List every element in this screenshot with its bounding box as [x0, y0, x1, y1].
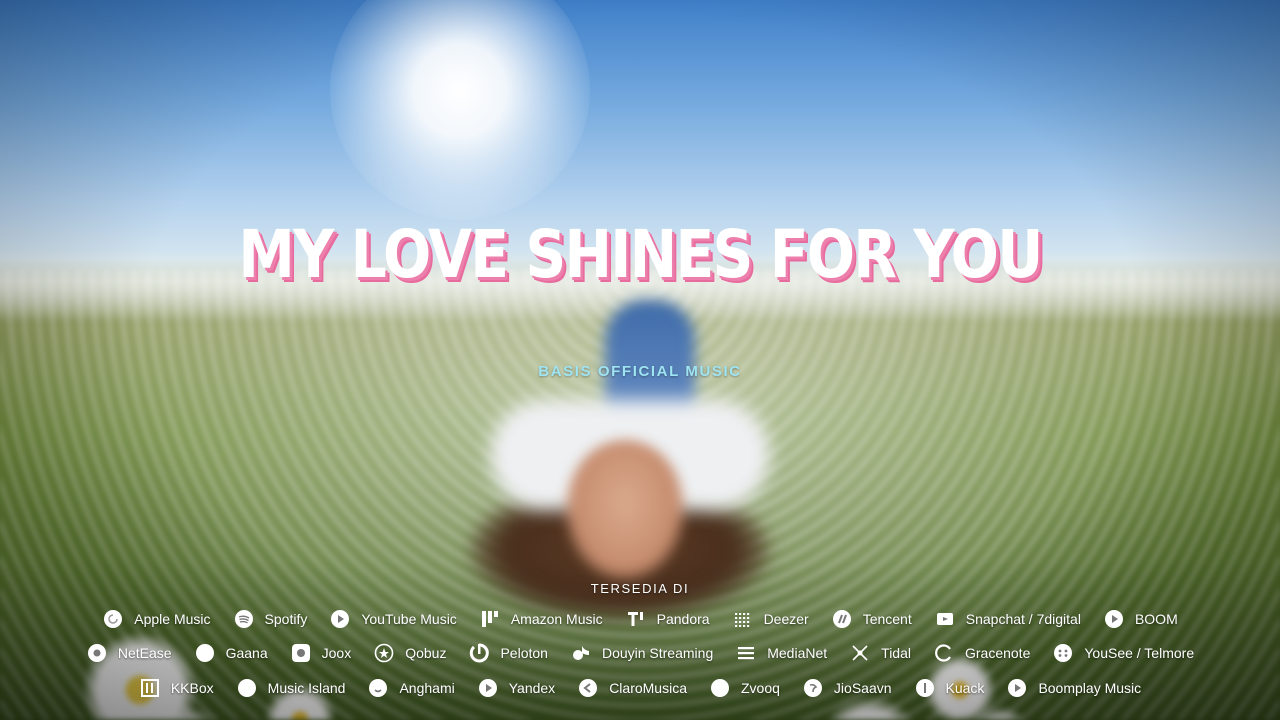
platform-label: Peloton	[500, 645, 548, 661]
joox-icon	[290, 642, 312, 664]
platform-link-qobuz[interactable]: Qobuz	[373, 642, 446, 664]
boomplay-music-icon	[1006, 677, 1028, 699]
peloton-icon	[468, 642, 490, 664]
gracenote-icon	[933, 642, 955, 664]
qobuz-icon	[373, 642, 395, 664]
artist-name: BASIS OFFICIAL MUSIC	[538, 363, 742, 380]
platform-link-douyin[interactable]: Douyin Streaming	[570, 642, 713, 664]
kkbox-icon	[139, 677, 161, 699]
platform-label: Boomplay Music	[1038, 680, 1142, 696]
tidal-icon	[849, 642, 871, 664]
platform-link-tidal[interactable]: Tidal	[849, 642, 911, 664]
platform-label: Deezer	[763, 611, 809, 627]
platform-link-peloton[interactable]: Peloton	[468, 642, 548, 664]
platform-link-gaana[interactable]: Gaana	[194, 642, 268, 664]
platform-link-anghami[interactable]: Anghami	[367, 677, 455, 699]
platform-link-youtube-music[interactable]: YouTube Music	[329, 608, 457, 630]
gaana-icon	[194, 642, 216, 664]
platform-link-deezer[interactable]: Deezer	[732, 608, 809, 630]
spotify-icon	[233, 608, 255, 630]
platform-label: Snapchat / 7digital	[965, 611, 1081, 627]
zvooq-icon	[709, 677, 731, 699]
platform-label: Qobuz	[405, 645, 447, 661]
platform-label: Amazon Music	[510, 611, 603, 627]
platform-label: ClaroMusica	[609, 680, 687, 696]
platform-link-boomplay-music[interactable]: Boomplay Music	[1006, 677, 1141, 699]
platform-label: Tidal	[881, 645, 911, 661]
platform-link-tencent[interactable]: Tencent	[831, 608, 912, 630]
platform-link-joox[interactable]: Joox	[290, 642, 352, 664]
music-island-icon	[236, 677, 258, 699]
platform-label: Yandex	[508, 680, 556, 696]
youtube-music-icon	[329, 608, 351, 630]
platform-label: Gracenote	[964, 645, 1031, 661]
kuack-icon	[914, 677, 936, 699]
platform-link-music-island[interactable]: Music Island	[236, 677, 346, 699]
snapchat-7digital-icon	[934, 608, 956, 630]
platform-label: Joox	[321, 645, 352, 661]
claromusica-icon	[577, 677, 599, 699]
platform-link-jiosaavn[interactable]: JioSaavn	[802, 677, 892, 699]
platform-label: KKBox	[170, 680, 214, 696]
platform-link-spotify[interactable]: Spotify	[233, 608, 308, 630]
platform-label: Pandora	[656, 611, 710, 627]
platform-row-1: Apple Music Spotify YouTube Music Amazon Mu…	[0, 606, 1280, 632]
platform-link-netease[interactable]: NetEase	[86, 642, 172, 664]
platform-link-gracenote[interactable]: Gracenote	[933, 642, 1030, 664]
douyin-icon	[570, 642, 592, 664]
yandex-icon	[477, 677, 499, 699]
platform-label: Spotify	[264, 611, 308, 627]
platform-link-boom[interactable]: BOOM	[1103, 608, 1178, 630]
anghami-icon	[367, 677, 389, 699]
platform-label: MediaNet	[767, 645, 828, 661]
platform-label: BOOM	[1134, 611, 1178, 627]
platform-label: NetEase	[117, 645, 172, 661]
yousee-telmore-icon	[1052, 642, 1074, 664]
platform-label: Apple Music	[134, 611, 211, 627]
song-title: MY LOVE SHINES FOR YOU	[238, 216, 1043, 293]
platform-link-yandex[interactable]: Yandex	[477, 677, 555, 699]
platform-label: YouTube Music	[361, 611, 457, 627]
platform-link-zvooq[interactable]: Zvooq	[709, 677, 780, 699]
platform-label: Zvooq	[741, 680, 780, 696]
apple-music-icon	[102, 608, 124, 630]
deezer-icon	[732, 608, 754, 630]
platform-link-amazon-music[interactable]: Amazon Music	[479, 608, 603, 630]
platform-label: JioSaavn	[833, 680, 892, 696]
platform-row-3: KKBox Music Island Anghami Yandex ClaroMusic…	[0, 675, 1280, 701]
amazon-music-icon	[479, 608, 501, 630]
platform-link-kkbox[interactable]: KKBox	[139, 677, 214, 699]
boom-icon	[1103, 608, 1125, 630]
platform-label: Tencent	[862, 611, 912, 627]
platform-link-apple-music[interactable]: Apple Music	[102, 608, 211, 630]
platform-label: Anghami	[399, 680, 455, 696]
medianet-icon	[735, 642, 757, 664]
platform-label: Douyin Streaming	[601, 645, 714, 661]
platform-label: Kuack	[945, 680, 985, 696]
platform-link-yousee-telmore[interactable]: YouSee / Telmore	[1052, 642, 1194, 664]
available-on-label: TERSEDIA DI	[590, 581, 690, 596]
platform-link-snapchat-7digital[interactable]: Snapchat / 7digital	[934, 608, 1081, 630]
platform-label: Music Island	[267, 680, 346, 696]
platform-row-2: NetEase Gaana Joox Qobuz Peloton Douyin Strea…	[0, 640, 1280, 666]
platform-link-kuack[interactable]: Kuack	[914, 677, 985, 699]
video-frame[interactable]: MY LOVE SHINES FOR YOU BASIS OFFICIAL MU…	[0, 0, 1280, 720]
platform-link-medianet[interactable]: MediaNet	[735, 642, 827, 664]
tencent-icon	[831, 608, 853, 630]
platform-label: Gaana	[225, 645, 268, 661]
platform-link-pandora[interactable]: Pandora	[625, 608, 710, 630]
jiosaavn-icon	[802, 677, 824, 699]
platform-link-claromusica[interactable]: ClaroMusica	[577, 677, 687, 699]
netease-icon	[86, 642, 108, 664]
platform-label: YouSee / Telmore	[1084, 645, 1195, 661]
pandora-icon	[625, 608, 647, 630]
